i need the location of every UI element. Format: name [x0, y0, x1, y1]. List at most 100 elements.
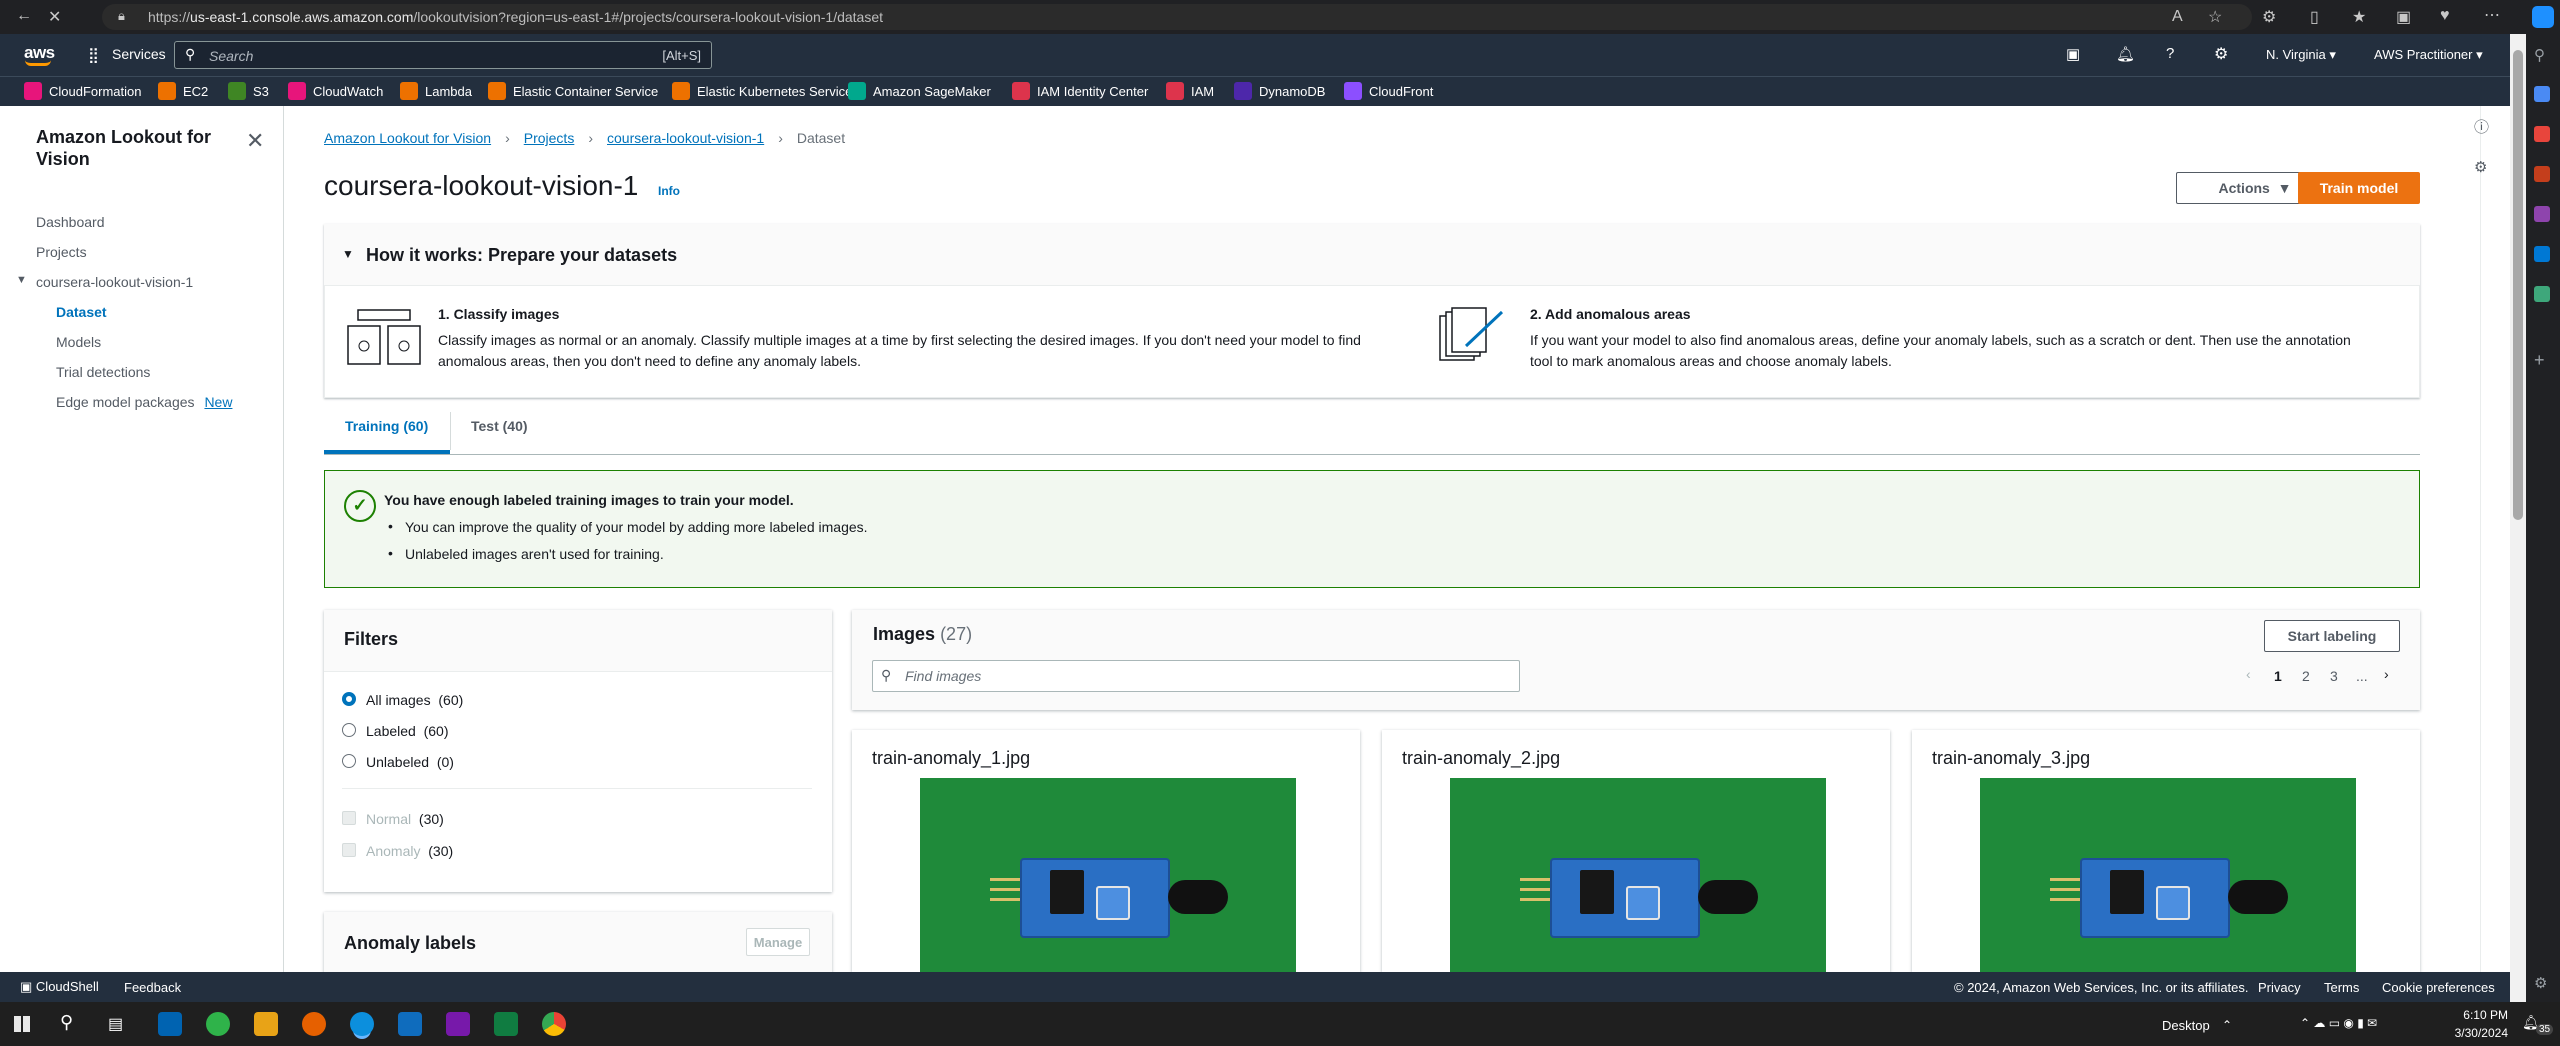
breadcrumb-projects[interactable]: Projects: [524, 130, 575, 146]
account-menu[interactable]: AWS Practitioner ▾: [2374, 47, 2483, 63]
favorite-star-icon[interactable]: ☆: [2208, 7, 2222, 27]
scrollbar-thumb[interactable]: [2513, 50, 2523, 520]
task-view-icon[interactable]: ▤: [108, 1014, 123, 1034]
image-name[interactable]: train-anomaly_2.jpg: [1402, 748, 1560, 769]
sensor-board-photo[interactable]: [920, 778, 1296, 972]
sidebar-item-trial-detections[interactable]: Trial detections: [56, 364, 150, 380]
next-page-icon[interactable]: ›: [2384, 666, 2389, 682]
chrome-icon[interactable]: [542, 1012, 566, 1036]
page-1[interactable]: 1: [2274, 668, 2282, 684]
favorite-iam[interactable]: IAM: [1166, 82, 1214, 100]
manage-button[interactable]: Manage: [746, 928, 810, 956]
favorite-ec2[interactable]: EC2: [158, 82, 208, 100]
notifications-bell-icon[interactable]: 🔔︎: [2116, 45, 2135, 63]
settings-gear-icon[interactable]: ⚙: [2474, 158, 2487, 176]
image-name[interactable]: train-anomaly_3.jpg: [1932, 748, 2090, 769]
clock-time[interactable]: 6:10 PM: [2448, 1008, 2508, 1022]
sidebar-title[interactable]: Amazon Lookout for Vision: [36, 126, 236, 170]
cookie-preferences-link[interactable]: Cookie preferences: [2382, 980, 2495, 995]
firefox-icon[interactable]: [302, 1012, 326, 1036]
breadcrumb-root[interactable]: Amazon Lookout for Vision: [324, 130, 491, 146]
outlook-icon[interactable]: [2534, 246, 2550, 262]
extensions-icon[interactable]: ⚙: [2262, 7, 2276, 27]
tab-test[interactable]: Test (40): [471, 418, 528, 434]
checkbox-normal[interactable]: [342, 811, 356, 825]
help-icon[interactable]: ?: [2166, 45, 2174, 62]
how-it-works-title[interactable]: How it works: Prepare your datasets: [366, 245, 677, 266]
url-text[interactable]: https://us-east-1.console.aws.amazon.com…: [148, 9, 883, 25]
terms-link[interactable]: Terms: [2324, 980, 2359, 995]
system-tray-icons[interactable]: ⌃ ☁ ▭ ◉ ▮ ✉: [2300, 1016, 2377, 1030]
collections-icon[interactable]: ▣: [2396, 7, 2411, 27]
filter-all-images-label[interactable]: All images (60): [366, 692, 463, 708]
chevron-up-icon[interactable]: ⌃: [2222, 1018, 2232, 1032]
privacy-link[interactable]: Privacy: [2258, 980, 2301, 995]
sidebar-item-dataset[interactable]: Dataset: [56, 304, 107, 320]
image-card[interactable]: train-anomaly_1.jpg: [852, 730, 1360, 972]
clock-date[interactable]: 3/30/2024: [2444, 1026, 2508, 1040]
checkbox-anomaly[interactable]: [342, 843, 356, 857]
train-model-button[interactable]: Train model: [2298, 172, 2420, 204]
page-2[interactable]: 2: [2302, 668, 2310, 684]
radio-all-images[interactable]: [342, 692, 356, 706]
close-icon[interactable]: ✕: [246, 128, 264, 154]
tab-training[interactable]: Training (60): [345, 418, 428, 434]
add-icon[interactable]: +: [2534, 350, 2545, 371]
sidebar-item-models[interactable]: Models: [56, 334, 101, 350]
favorite-lambda[interactable]: Lambda: [400, 82, 472, 100]
read-aloud-icon[interactable]: A: [2172, 8, 2183, 26]
settings-gear-icon[interactable]: ⚙: [2534, 974, 2547, 992]
games-icon[interactable]: [2534, 206, 2550, 222]
onenote-icon[interactable]: [446, 1012, 470, 1036]
favorite-dynamodb[interactable]: DynamoDB: [1234, 82, 1325, 100]
store-icon[interactable]: [158, 1012, 182, 1036]
file-explorer-icon[interactable]: [254, 1012, 278, 1036]
settings-gear-icon[interactable]: ⚙: [2214, 44, 2228, 64]
page-3[interactable]: 3: [2330, 668, 2338, 684]
caret-down-icon[interactable]: ▼: [16, 274, 27, 286]
favorite-cloudformation[interactable]: CloudFormation: [24, 82, 142, 100]
radio-labeled[interactable]: [342, 723, 356, 737]
shopping-icon[interactable]: [2534, 86, 2550, 102]
services-button[interactable]: Services: [112, 46, 166, 62]
reload-icon[interactable]: ✕: [48, 7, 61, 27]
favorite-s3[interactable]: S3: [228, 82, 269, 100]
sensor-board-photo[interactable]: [1450, 778, 1826, 972]
favorite-amazon-sagemaker[interactable]: Amazon SageMaker: [848, 82, 991, 100]
copilot-icon[interactable]: [2532, 6, 2554, 28]
sidebar-item-edge-model-packages[interactable]: Edge model packages New: [56, 394, 232, 410]
feedback-link[interactable]: Feedback: [124, 980, 181, 995]
filter-labeled-label[interactable]: Labeled (60): [366, 723, 449, 739]
desktop-label[interactable]: Desktop: [2162, 1018, 2210, 1033]
excel-icon[interactable]: [494, 1012, 518, 1036]
menu-icon[interactable]: ⋯: [2484, 5, 2500, 25]
drop-icon[interactable]: [2534, 286, 2550, 302]
search-icon[interactable]: ⚲: [60, 1012, 73, 1033]
cloudshell-icon[interactable]: ▣: [2066, 45, 2080, 63]
favorite-elastic-kubernetes-service[interactable]: Elastic Kubernetes Service: [672, 82, 852, 100]
office-icon[interactable]: [2534, 166, 2550, 182]
favorite-elastic-container-service[interactable]: Elastic Container Service: [488, 82, 658, 100]
sidebar-item-projects[interactable]: Projects: [36, 244, 87, 260]
caret-down-icon[interactable]: ▼: [342, 247, 354, 261]
favorite-cloudwatch[interactable]: CloudWatch: [288, 82, 383, 100]
info-panel-icon[interactable]: ⓘ: [2474, 116, 2489, 137]
image-card[interactable]: train-anomaly_3.jpg: [1912, 730, 2420, 972]
prev-page-icon[interactable]: ‹: [2246, 666, 2251, 682]
info-link[interactable]: Info: [658, 184, 680, 198]
vpn-icon[interactable]: ♥: [2440, 7, 2450, 25]
split-screen-icon[interactable]: ▯: [2310, 7, 2319, 27]
lock-icon[interactable]: 🔒︎: [118, 8, 125, 24]
image-card[interactable]: train-anomaly_2.jpg: [1382, 730, 1890, 972]
find-images-input[interactable]: ⚲ Find images: [872, 660, 1520, 692]
sidebar-item-dashboard[interactable]: Dashboard: [36, 214, 105, 230]
services-grid-icon[interactable]: ⣿: [88, 46, 99, 64]
start-labeling-button[interactable]: Start labeling: [2264, 620, 2400, 652]
windows-start-icon[interactable]: [14, 1016, 30, 1032]
region-selector[interactable]: N. Virginia ▾: [2266, 47, 2336, 63]
sidebar-item-project[interactable]: coursera-lookout-vision-1: [36, 274, 193, 290]
filter-unlabeled-label[interactable]: Unlabeled (0): [366, 754, 454, 770]
sensor-board-photo[interactable]: [1980, 778, 2356, 972]
tools-icon[interactable]: [2534, 126, 2550, 142]
image-name[interactable]: train-anomaly_1.jpg: [872, 748, 1030, 769]
